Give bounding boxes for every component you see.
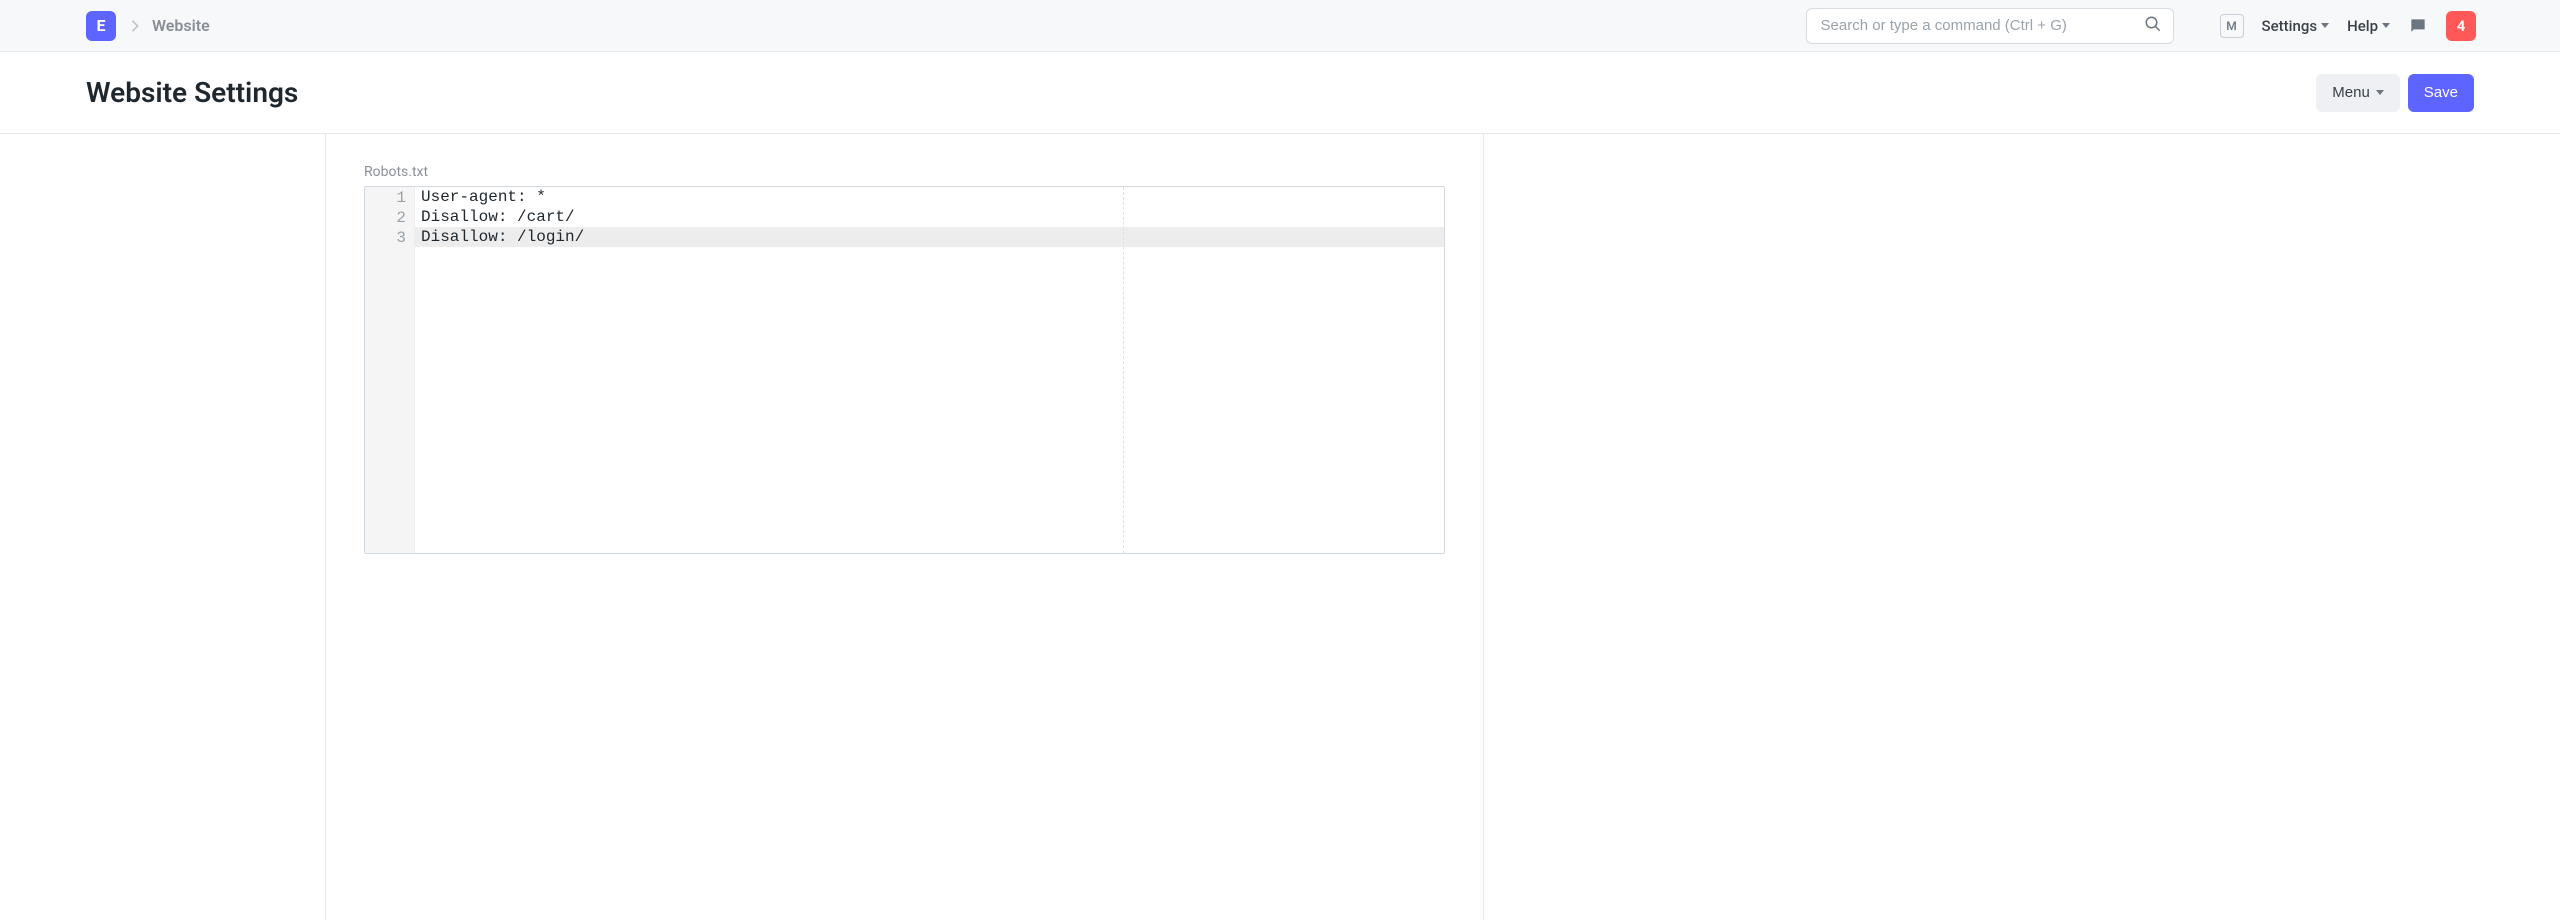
settings-label: Settings: [2262, 17, 2318, 35]
caret-down-icon: [2382, 23, 2390, 28]
line-number: 3: [365, 228, 406, 248]
search-input[interactable]: [1806, 8, 2174, 44]
menu-button[interactable]: Menu: [2316, 74, 2400, 112]
right-controls: M Settings Help 4: [2220, 11, 2476, 41]
page-header: Website Settings Menu Save: [0, 52, 2560, 134]
notification-badge[interactable]: 4: [2446, 11, 2476, 41]
code-line[interactable]: Disallow: /cart/: [415, 207, 1444, 227]
caret-down-icon: [2376, 90, 2384, 95]
app-logo[interactable]: E: [86, 11, 116, 41]
chat-icon[interactable]: [2408, 16, 2428, 36]
code-line[interactable]: Disallow: /login/: [415, 227, 1444, 247]
help-dropdown[interactable]: Help: [2347, 17, 2390, 35]
settings-dropdown[interactable]: Settings: [2262, 17, 2330, 35]
code-gutter: 123: [365, 187, 415, 553]
code-body[interactable]: User-agent: *Disallow: /cart/Disallow: /…: [415, 187, 1444, 553]
breadcrumb-website[interactable]: Website: [152, 16, 210, 35]
chevron-right-icon: [128, 19, 142, 33]
caret-down-icon: [2321, 23, 2329, 28]
search-container: [1806, 8, 2174, 44]
topbar: E Website M Settings Help 4: [0, 0, 2560, 52]
help-label: Help: [2347, 17, 2378, 35]
content: Robots.txt 123 User-agent: *Disallow: /c…: [326, 134, 1484, 920]
page-title: Website Settings: [86, 76, 2316, 109]
code-line[interactable]: User-agent: *: [415, 187, 1444, 207]
field-label-robots: Robots.txt: [364, 164, 1445, 180]
line-number: 2: [365, 208, 406, 228]
menu-button-label: Menu: [2332, 84, 2370, 101]
code-editor[interactable]: 123 User-agent: *Disallow: /cart/Disallo…: [364, 186, 1445, 554]
save-button[interactable]: Save: [2408, 74, 2474, 112]
line-number: 1: [365, 188, 406, 208]
sidebar: [0, 134, 326, 920]
main: Robots.txt 123 User-agent: *Disallow: /c…: [0, 134, 2560, 920]
mini-badge[interactable]: M: [2220, 14, 2244, 38]
